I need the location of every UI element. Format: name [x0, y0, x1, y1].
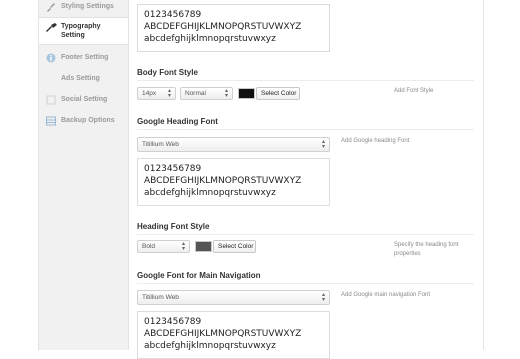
heading-font-weight-select[interactable]: Bold ▴ ▾: [137, 240, 190, 253]
social-icon: [46, 95, 56, 105]
body-select-color-button[interactable]: Select Color: [256, 87, 300, 100]
heading-font-style-help-2: properties: [394, 251, 421, 257]
sidebar-item-label: Typography: [61, 23, 101, 30]
heading-select-color-button[interactable]: Select Color: [213, 240, 256, 253]
brush-icon: [46, 2, 56, 12]
preview-uppercase: ABCDEFGHIJKLMNOPQRSTUVWXYZ: [144, 22, 302, 32]
preview-uppercase: ABCDEFGHIJKLMNOPQRSTUVWXYZ: [144, 176, 302, 186]
nav-font-preview-box: 0123456789 ABCDEFGHIJKLMNOPQRSTUVWXYZ ab…: [137, 311, 330, 359]
select-arrows-icon: ▴ ▾: [224, 88, 228, 99]
google-heading-font-select[interactable]: Titillium Web ▴ ▾: [137, 137, 330, 152]
select-arrows-icon: ▴ ▾: [321, 139, 325, 150]
sidebar-item-label: Social Setting: [61, 96, 108, 103]
body-font-size-select[interactable]: 14px ▴ ▾: [137, 87, 176, 100]
select-arrows-icon: ▴ ▾: [181, 241, 185, 252]
body-color-swatch[interactable]: [238, 88, 255, 99]
preview-uppercase: ABCDEFGHIJKLMNOPQRSTUVWXYZ: [144, 329, 302, 339]
sidebar-item-label: Styling Settings: [61, 3, 114, 10]
sidebar-item-backup[interactable]: Backup Options: [39, 114, 128, 128]
section-title-body-font-style: Body Font Style: [137, 68, 198, 77]
sidebar-item-ads[interactable]: Ads Setting: [39, 72, 128, 86]
sidebar-item-label: Ads Setting: [61, 75, 100, 82]
info-icon: [46, 53, 56, 63]
body-font-weight-select[interactable]: Normal ▴ ▾: [180, 87, 233, 100]
backup-icon: [46, 116, 56, 126]
preview-digits: 0123456789: [144, 164, 202, 174]
button-label: Select Color: [261, 90, 297, 97]
preview-lowercase: abcdefghijklmnopqrstuvwxyz: [144, 188, 276, 198]
google-nav-font-help: Add Google main navigation Font: [341, 292, 431, 298]
select-value: Titillium Web: [142, 141, 179, 148]
select-arrows-icon: ▴ ▾: [321, 292, 325, 303]
sidebar-item-label: Setting: [61, 32, 85, 39]
section-title-google-heading-font: Google Heading Font: [137, 117, 218, 126]
sidebar-item-footer[interactable]: Footer Setting: [39, 51, 128, 65]
divider: [137, 283, 474, 284]
body-font-style-help: Add Font Style: [394, 88, 434, 94]
google-heading-font-help: Add Google heading Font: [341, 138, 410, 144]
heading-color-swatch[interactable]: [195, 241, 212, 252]
section-title-google-nav-font: Google Font for Main Navigation: [137, 271, 261, 280]
sidebar: Styling Settings Typography Setting Foot…: [39, 0, 129, 350]
preview-lowercase: abcdefghijklmnopqrstuvwxyz: [144, 34, 276, 44]
sidebar-item-label: Footer Setting: [61, 54, 109, 61]
sidebar-item-label: Backup Options: [61, 117, 115, 124]
button-label: Select Color: [218, 243, 254, 250]
select-value: Titillium Web: [142, 294, 179, 301]
divider: [137, 234, 474, 235]
select-value: Normal: [185, 90, 206, 97]
select-arrows-icon: ▴ ▾: [167, 88, 171, 99]
font-preview-box: 0123456789 ABCDEFGHIJKLMNOPQRSTUVWXYZ ab…: [137, 4, 330, 52]
heading-font-preview-box: 0123456789 ABCDEFGHIJKLMNOPQRSTUVWXYZ ab…: [137, 158, 330, 206]
sidebar-item-typography[interactable]: Typography Setting: [39, 17, 128, 45]
section-title-heading-font-style: Heading Font Style: [137, 222, 210, 231]
heading-font-style-help: Specify the heading font: [394, 242, 459, 248]
typography-icon: [46, 23, 57, 33]
select-value: 14px: [142, 90, 157, 97]
divider: [137, 80, 474, 81]
sidebar-item-social[interactable]: Social Setting: [39, 93, 128, 107]
typography-settings: 0123456789 ABCDEFGHIJKLMNOPQRSTUVWXYZ ab…: [128, 0, 481, 359]
preview-digits: 0123456789: [144, 10, 202, 20]
select-value: Bold: [142, 243, 156, 250]
google-nav-font-select[interactable]: Titillium Web ▴ ▾: [137, 290, 330, 305]
divider: [137, 129, 474, 130]
preview-digits: 0123456789: [144, 317, 202, 327]
sidebar-item-styling[interactable]: Styling Settings: [39, 0, 128, 14]
